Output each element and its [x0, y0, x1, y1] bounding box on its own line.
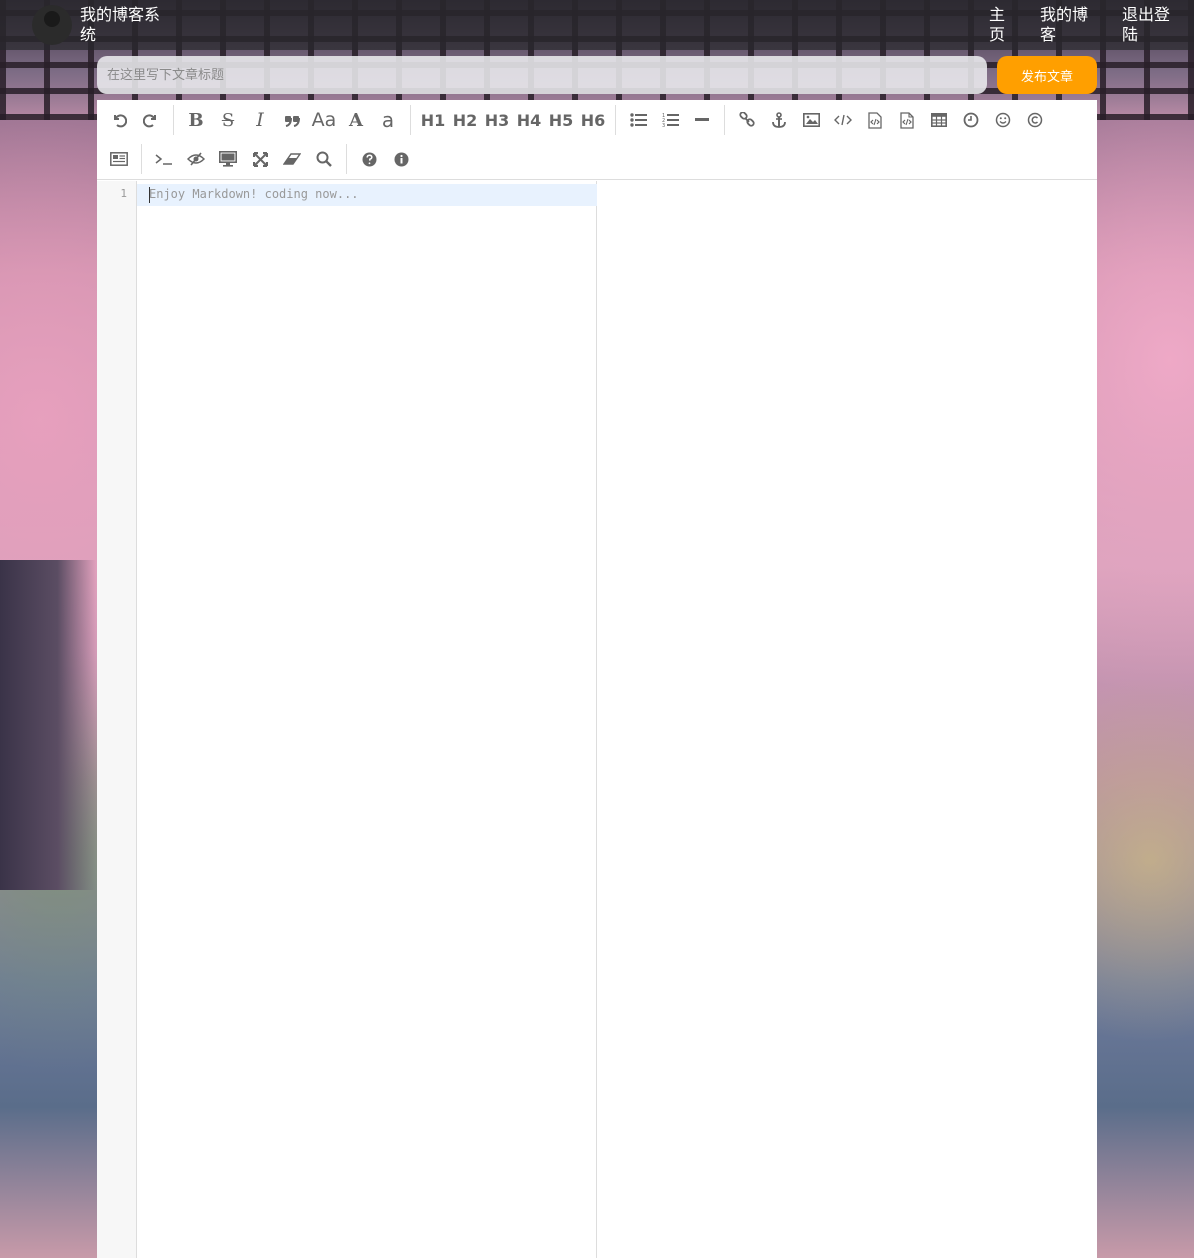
horizontal-rule-button[interactable] — [687, 105, 717, 135]
clear-button[interactable] — [277, 144, 307, 174]
italic-button[interactable]: I — [245, 105, 275, 135]
help-button[interactable] — [354, 144, 384, 174]
anchor-icon — [772, 111, 786, 128]
search-icon — [316, 151, 332, 167]
preview-icon — [219, 151, 237, 167]
emoji-button[interactable] — [988, 105, 1018, 135]
line-number-gutter: 1 — [97, 181, 137, 1258]
strikethrough-button[interactable]: S — [213, 105, 243, 135]
ucwords-icon: A — [349, 109, 363, 131]
heading-4-button[interactable]: H4 — [514, 105, 544, 135]
table-icon — [931, 113, 947, 127]
heading-2-button[interactable]: H2 — [450, 105, 480, 135]
svg-text:3: 3 — [662, 123, 665, 128]
quote-button[interactable] — [277, 105, 307, 135]
preformatted-code-icon — [868, 111, 882, 129]
unordered-list-icon — [629, 113, 647, 127]
search-button[interactable] — [309, 144, 339, 174]
toolbar-row-1: B S I Aa A a H1 H2 H3 H4 H5 H6 123 — [103, 102, 1051, 138]
code-block-button[interactable] — [892, 105, 922, 135]
unwatch-button[interactable] — [181, 144, 211, 174]
heading-6-button[interactable]: H6 — [578, 105, 608, 135]
editor-toolbar: B S I Aa A a H1 H2 H3 H4 H5 H6 123 — [97, 100, 1097, 180]
goto-line-icon — [155, 154, 172, 165]
text-cursor — [149, 187, 150, 203]
lowercase-button[interactable]: a — [373, 105, 403, 135]
redo-button[interactable] — [136, 105, 166, 135]
nav-my-blog-link[interactable]: 我的博客 — [1040, 5, 1092, 45]
ordered-list-button[interactable]: 123 — [655, 105, 685, 135]
link-button[interactable] — [732, 105, 762, 135]
toolbar-divider — [724, 105, 725, 135]
avatar[interactable] — [32, 5, 72, 45]
preformatted-code-button[interactable] — [860, 105, 890, 135]
brand-title: 我的博客系统 — [80, 5, 161, 44]
quote-icon — [285, 116, 300, 127]
undo-icon — [114, 114, 127, 128]
editor-placeholder: Enjoy Markdown! coding now... — [149, 187, 359, 201]
info-icon — [394, 152, 408, 166]
clear-icon — [283, 153, 301, 165]
toolbar-divider — [346, 144, 347, 174]
goto-line-button[interactable] — [149, 144, 179, 174]
background-tree-trunk — [0, 560, 96, 890]
datetime-icon — [963, 112, 979, 128]
info-button[interactable] — [386, 144, 416, 174]
nav-home-link[interactable]: 主页 — [989, 5, 1009, 45]
bold-icon: B — [188, 109, 204, 131]
html-entities-icon — [1027, 112, 1043, 128]
heading-5-button[interactable]: H5 — [546, 105, 576, 135]
heading-3-button[interactable]: H3 — [482, 105, 512, 135]
unordered-list-button[interactable] — [623, 105, 653, 135]
html-entities-button[interactable] — [1020, 105, 1050, 135]
undo-button[interactable] — [104, 105, 134, 135]
toolbar-divider — [615, 105, 616, 135]
markdown-preview-pane — [598, 181, 1097, 1258]
unwatch-icon — [187, 152, 205, 166]
anchor-button[interactable] — [764, 105, 794, 135]
image-icon — [802, 113, 820, 127]
top-navbar: 我的博客系统 主页 我的博客 退出登陆 — [0, 0, 1194, 50]
markdown-input-pane[interactable]: Enjoy Markdown! coding now... — [137, 181, 597, 1258]
code-button[interactable] — [828, 105, 858, 135]
page-break-icon — [110, 152, 128, 166]
ucwords-button[interactable]: A — [341, 105, 371, 135]
markdown-editor: B S I Aa A a H1 H2 H3 H4 H5 H6 123 1 Enj… — [97, 100, 1097, 1258]
page-break-button[interactable] — [104, 144, 134, 174]
toolbar-divider — [141, 144, 142, 174]
uppercase-button[interactable]: Aa — [309, 105, 339, 135]
datetime-button[interactable] — [956, 105, 986, 135]
publish-button[interactable]: 发布文章 — [997, 56, 1097, 94]
heading-1-button[interactable]: H1 — [418, 105, 448, 135]
italic-icon: I — [256, 109, 264, 131]
article-title-input[interactable] — [97, 56, 987, 94]
table-button[interactable] — [924, 105, 954, 135]
line-number: 1 — [120, 187, 127, 200]
uppercase-icon: Aa — [311, 109, 337, 131]
emoji-icon — [995, 112, 1011, 128]
strikethrough-icon: S — [221, 109, 235, 131]
lowercase-icon: a — [381, 108, 395, 132]
toolbar-divider — [410, 105, 411, 135]
toolbar-row-2 — [103, 141, 417, 177]
bold-button[interactable]: B — [181, 105, 211, 135]
horizontal-rule-icon — [695, 118, 709, 121]
code-icon — [834, 114, 852, 126]
ordered-list-icon: 123 — [662, 113, 679, 128]
preview-button[interactable] — [213, 144, 243, 174]
help-icon — [362, 152, 376, 166]
fullscreen-icon — [252, 151, 268, 167]
toolbar-divider — [173, 105, 174, 135]
link-icon — [739, 112, 755, 127]
fullscreen-button[interactable] — [245, 144, 275, 174]
image-button[interactable] — [796, 105, 826, 135]
redo-icon — [143, 114, 156, 128]
code-block-icon — [900, 111, 914, 129]
nav-logout-link[interactable]: 退出登陆 — [1122, 5, 1174, 45]
